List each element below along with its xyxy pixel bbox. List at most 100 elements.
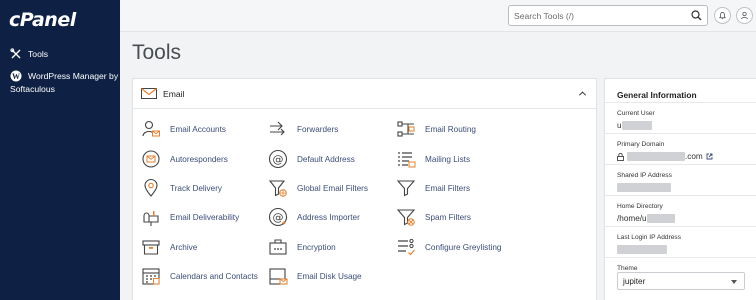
notifications-button[interactable] bbox=[714, 7, 731, 24]
info-shared-ip: Shared IP Address bbox=[605, 164, 756, 195]
disk-usage-icon bbox=[269, 268, 288, 285]
tool-configure-greylisting[interactable]: Configure Greylisting bbox=[396, 237, 501, 257]
search-box bbox=[508, 5, 708, 26]
archive-icon bbox=[142, 240, 160, 255]
sidebar-item-wordpress[interactable]: W WordPress Manager by Softaculous bbox=[10, 70, 120, 95]
info-value bbox=[617, 245, 667, 254]
greylisting-icon bbox=[398, 238, 415, 256]
svg-text:@: @ bbox=[273, 153, 284, 166]
tool-label: Email Accounts bbox=[170, 124, 226, 134]
chevron-up-icon[interactable] bbox=[578, 89, 587, 98]
email-section-header[interactable]: Email bbox=[133, 79, 596, 109]
info-label: Theme bbox=[617, 265, 638, 272]
spam-filters-icon bbox=[396, 209, 416, 226]
user-icon bbox=[741, 11, 748, 20]
svg-text:@: @ bbox=[273, 211, 284, 224]
autoresponders-icon bbox=[142, 150, 160, 168]
tool-email-accounts[interactable]: Email Accounts bbox=[141, 119, 226, 139]
redacted-block bbox=[621, 121, 652, 130]
tool-calendars-contacts[interactable]: Calendars and Contacts bbox=[141, 266, 258, 286]
bell-icon bbox=[719, 12, 726, 20]
svg-text:W: W bbox=[12, 72, 20, 81]
wordpress-icon: W bbox=[10, 70, 22, 82]
tools-icon bbox=[10, 48, 21, 59]
calendars-icon bbox=[142, 268, 160, 285]
tool-label: Email Routing bbox=[425, 124, 476, 134]
chevron-down-icon bbox=[731, 280, 737, 284]
info-home-directory: Home Directory /home/u bbox=[605, 195, 756, 226]
email-routing-icon bbox=[397, 121, 415, 137]
info-label: Last Login IP Address bbox=[617, 234, 682, 241]
tool-label: Configure Greylisting bbox=[425, 242, 502, 252]
current-user-value: u bbox=[617, 121, 622, 130]
tool-label: Track Delivery bbox=[170, 183, 223, 193]
tool-label: Spam Filters bbox=[425, 212, 471, 222]
info-value: u bbox=[617, 121, 652, 130]
tool-email-disk-usage[interactable]: Email Disk Usage bbox=[268, 266, 362, 286]
sidebar-item-tools[interactable]: Tools bbox=[10, 48, 48, 61]
tool-archive[interactable]: Archive bbox=[141, 237, 197, 257]
tool-global-email-filters[interactable]: Global Email Filters bbox=[268, 178, 368, 198]
tool-email-routing[interactable]: Email Routing bbox=[396, 119, 476, 139]
info-value: /home/u bbox=[617, 214, 675, 223]
tool-label: Mailing Lists bbox=[425, 154, 471, 164]
redacted-block bbox=[617, 183, 671, 192]
redacted-block bbox=[646, 214, 675, 223]
search-icon[interactable] bbox=[691, 10, 702, 21]
info-label: Home Directory bbox=[617, 203, 663, 210]
info-label: Shared IP Address bbox=[617, 172, 672, 179]
tool-label: Global Email Filters bbox=[297, 183, 368, 193]
tool-label: Email Disk Usage bbox=[297, 271, 362, 281]
info-current-user: Current User u bbox=[605, 102, 756, 133]
topbar bbox=[120, 0, 756, 32]
tool-forwarders[interactable]: Forwarders bbox=[268, 119, 338, 139]
tool-default-address[interactable]: @ Default Address bbox=[268, 149, 355, 169]
tool-label: Address Importer bbox=[297, 212, 360, 222]
tool-address-importer[interactable]: @ Address Importer bbox=[268, 207, 360, 227]
email-accounts-icon bbox=[142, 120, 160, 137]
email-section: Email Email Accounts Autoresponders Trac… bbox=[132, 78, 597, 300]
address-importer-icon: @ bbox=[268, 207, 288, 227]
tool-spam-filters[interactable]: Spam Filters bbox=[396, 207, 471, 227]
general-info-title: General Information bbox=[617, 90, 697, 100]
tool-label: Autoresponders bbox=[170, 154, 228, 164]
info-label: Primary Domain bbox=[617, 141, 665, 148]
redacted-block bbox=[627, 152, 685, 161]
info-primary-domain: Primary Domain .com bbox=[605, 133, 756, 164]
home-dir-value: /home/u bbox=[617, 214, 647, 223]
sidebar-item-label: Tools bbox=[28, 49, 49, 59]
tool-label: Email Deliverability bbox=[170, 212, 240, 222]
theme-select[interactable]: jupiter bbox=[617, 272, 745, 290]
page-title: Tools bbox=[132, 41, 182, 64]
info-value: .com bbox=[617, 152, 713, 161]
tool-email-deliverability[interactable]: Email Deliverability bbox=[141, 207, 239, 227]
cpanel-logo[interactable]: cPanel bbox=[9, 9, 76, 31]
tool-track-delivery[interactable]: Track Delivery bbox=[141, 178, 222, 198]
mailing-lists-icon bbox=[398, 152, 416, 168]
theme-selected-value: jupiter bbox=[623, 276, 646, 286]
tool-mailing-lists[interactable]: Mailing Lists bbox=[396, 149, 470, 169]
tool-label: Email Filters bbox=[425, 183, 471, 193]
deliverability-icon bbox=[143, 211, 159, 226]
tool-label: Default Address bbox=[297, 154, 355, 164]
encryption-icon bbox=[269, 239, 287, 255]
tool-label: Encryption bbox=[297, 242, 336, 252]
info-label: Current User bbox=[617, 110, 655, 117]
sidebar-item-label: WordPress Manager by Softaculous bbox=[10, 71, 119, 94]
lock-icon bbox=[617, 152, 624, 161]
track-delivery-icon bbox=[144, 178, 158, 197]
domain-suffix[interactable]: .com bbox=[685, 152, 703, 161]
email-section-title: Email bbox=[163, 89, 185, 99]
info-last-login-ip: Last Login IP Address bbox=[605, 226, 756, 257]
user-menu-button[interactable] bbox=[736, 7, 753, 24]
tool-encryption[interactable]: Encryption bbox=[268, 237, 336, 257]
tool-email-filters[interactable]: Email Filters bbox=[396, 178, 470, 198]
mail-icon bbox=[141, 88, 157, 99]
tool-label: Forwarders bbox=[297, 124, 339, 134]
tool-label: Archive bbox=[170, 242, 198, 252]
tool-autoresponders[interactable]: Autoresponders bbox=[141, 149, 228, 169]
external-link-icon[interactable] bbox=[706, 153, 713, 160]
default-address-icon: @ bbox=[268, 149, 288, 169]
search-input[interactable] bbox=[509, 6, 687, 26]
forwarders-icon bbox=[270, 121, 285, 136]
